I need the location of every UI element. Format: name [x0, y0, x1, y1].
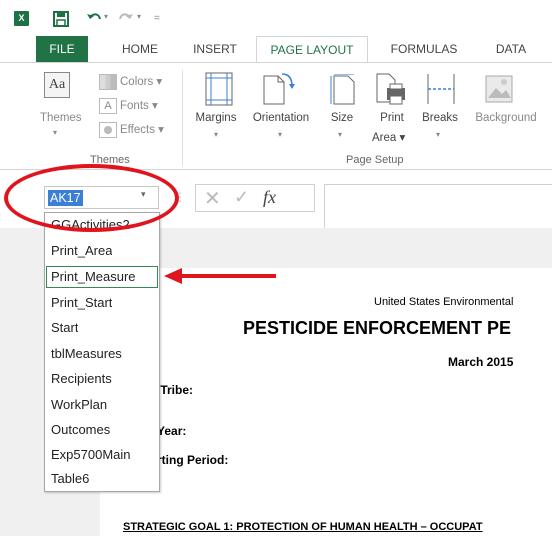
tab-insert[interactable]: INSERT	[186, 36, 244, 62]
undo-dropdown-icon[interactable]: ▾	[104, 12, 108, 21]
tab-data[interactable]: DATA	[486, 36, 536, 62]
list-item[interactable]: Outcomes	[51, 419, 110, 441]
orientation-label[interactable]: Orientation	[246, 112, 316, 124]
list-item[interactable]: Start	[51, 317, 78, 339]
list-item[interactable]: Exp5700Main	[51, 444, 131, 466]
list-item[interactable]: Print_Area	[51, 240, 112, 262]
doc-date: March 2015	[448, 355, 514, 369]
annotation-arrow-icon	[164, 268, 276, 284]
orientation-icon[interactable]	[262, 70, 296, 109]
doc-field-reporting-period: rting Period:	[157, 453, 229, 467]
size-label[interactable]: Size	[327, 112, 357, 124]
colors-button[interactable]: Colors ▾	[120, 74, 162, 88]
list-item-highlighted[interactable]: Print_Measure	[51, 266, 157, 288]
undo-icon[interactable]	[86, 10, 102, 28]
margins-label[interactable]: Margins	[188, 112, 244, 124]
breaks-dropdown-icon[interactable]: ▾	[436, 130, 440, 139]
margins-icon[interactable]	[205, 72, 233, 109]
colors-icon[interactable]	[99, 74, 117, 90]
doc-strategic-goal: STRATEGIC GOAL 1: PROTECTION OF HUMAN HE…	[123, 521, 483, 533]
themes-dropdown-icon[interactable]: ▾	[53, 128, 57, 137]
orientation-dropdown-icon[interactable]: ▾	[278, 130, 282, 139]
background-label[interactable]: Background	[470, 112, 542, 124]
print-area-label[interactable]: Print	[377, 112, 407, 124]
size-icon[interactable]	[330, 73, 356, 109]
formula-buttons: ✕ ✓ fx	[195, 184, 315, 212]
redo-icon[interactable]	[118, 10, 134, 28]
list-item[interactable]: Table6	[51, 468, 89, 490]
customize-qat-icon[interactable]: =	[154, 13, 160, 24]
redo-dropdown-icon[interactable]: ▾	[137, 12, 141, 21]
list-item[interactable]: WorkPlan	[51, 394, 107, 416]
background-icon[interactable]	[484, 74, 514, 107]
tab-file[interactable]: FILE	[36, 36, 88, 62]
fonts-button[interactable]: Fonts ▾	[120, 98, 158, 112]
quick-access-toolbar	[0, 0, 552, 36]
print-area-label-2[interactable]: Area ▾	[372, 130, 405, 144]
tab-home[interactable]: HOME	[112, 36, 168, 62]
effects-icon[interactable]	[99, 122, 117, 138]
themes-button-label[interactable]: Themes	[40, 112, 82, 124]
themes-icon[interactable]: Aa	[44, 72, 70, 98]
doc-field-year: Year:	[157, 424, 187, 438]
group-divider	[182, 70, 183, 166]
list-item[interactable]: Print_Start	[51, 292, 112, 314]
list-item[interactable]: Recipients	[51, 368, 112, 390]
page-setup-group-label: Page Setup	[346, 154, 404, 166]
breaks-label[interactable]: Breaks	[418, 112, 462, 124]
page-layout-sheet[interactable]	[100, 268, 552, 536]
save-icon[interactable]	[52, 10, 70, 28]
formula-input[interactable]	[324, 184, 552, 234]
doc-header: United States Environmental	[374, 296, 514, 308]
tab-page-layout[interactable]: PAGE LAYOUT	[256, 36, 368, 64]
list-item[interactable]: tblMeasures	[51, 343, 122, 365]
annotation-circle	[4, 164, 179, 232]
name-box-dropdown-list[interactable]: GGActivities2 Print_Area Print_Measure P…	[44, 212, 160, 492]
doc-title: PESTICIDE ENFORCEMENT PE	[243, 318, 512, 338]
enter-formula-icon[interactable]: ✓	[234, 187, 249, 208]
breaks-icon[interactable]	[424, 74, 458, 109]
doc-field-tribe: /Tribe:	[157, 383, 194, 397]
tab-formulas[interactable]: FORMULAS	[384, 36, 464, 62]
excel-logo-icon: X	[14, 11, 29, 26]
insert-function-icon[interactable]: fx	[263, 187, 276, 208]
size-dropdown-icon[interactable]: ▾	[338, 130, 342, 139]
cancel-formula-icon[interactable]: ✕	[204, 186, 221, 211]
print-area-icon[interactable]	[375, 72, 407, 109]
effects-button[interactable]: Effects ▾	[120, 122, 164, 136]
fonts-icon[interactable]: A	[99, 98, 117, 114]
margins-dropdown-icon[interactable]: ▾	[214, 130, 218, 139]
